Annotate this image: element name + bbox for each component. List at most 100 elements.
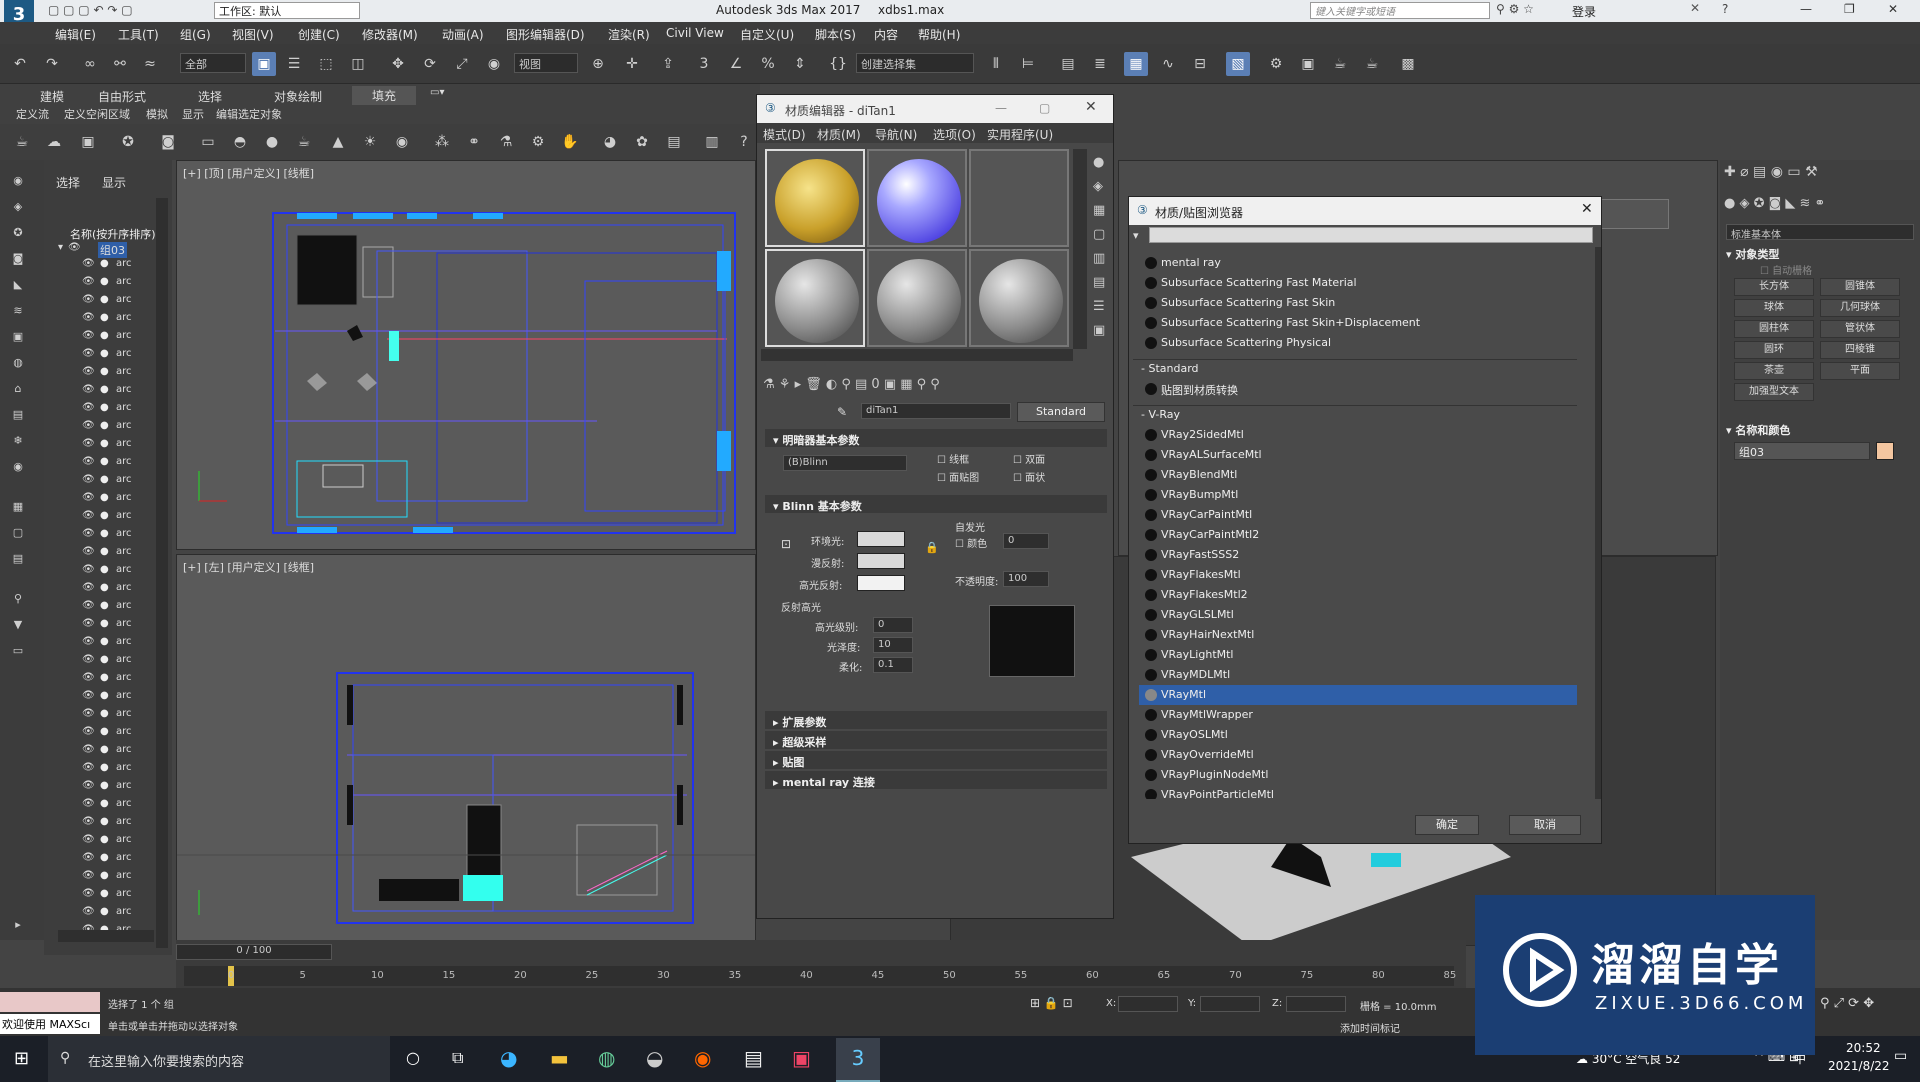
eye-icon[interactable]: 👁: [82, 438, 95, 449]
task-view-icon[interactable]: ⧉: [452, 1048, 463, 1068]
rendered-frame-icon[interactable]: ▣: [1296, 52, 1320, 76]
strip-tool-10-icon[interactable]: ▤: [8, 404, 28, 424]
browser-item[interactable]: VRayCarPaintMtl2: [1139, 525, 1577, 545]
clock-time[interactable]: 20:52: [1846, 1041, 1881, 1055]
lock-ambient-icon[interactable]: ⊡: [781, 537, 791, 551]
eye-icon[interactable]: 👁: [82, 474, 95, 485]
window-crossing-icon[interactable]: ◫: [346, 52, 370, 76]
file-explorer-icon[interactable]: ▬: [550, 1046, 569, 1070]
browser-item[interactable]: Subsurface Scattering Fast Material: [1139, 273, 1577, 293]
eye-icon[interactable]: 👁: [82, 798, 95, 809]
menu-edit[interactable]: 编辑(E): [55, 26, 96, 43]
close-button[interactable]: ✕: [1085, 99, 1097, 115]
mated-menu-options[interactable]: 选项(O): [933, 126, 976, 143]
autogrid-checkbox[interactable]: ☐ 自动栅格: [1760, 262, 1812, 277]
snaps-toggle-icon[interactable]: 3: [692, 52, 716, 76]
ribbon-subtab-edit-selected[interactable]: 编辑选定对象: [216, 106, 282, 122]
eye-icon[interactable]: 👁: [82, 654, 95, 665]
named-selection-dropdown[interactable]: 创建选择集: [856, 53, 974, 73]
scene-object-list[interactable]: 👁 ● arc 👁 ● arc 👁 ● arc 👁 ● arc 👁 ● arc 👁 ● arc 👁 ● arc 👁 ● arc…: [82, 258, 164, 948]
scale-icon[interactable]: ⤢: [450, 52, 474, 76]
cortana-icon[interactable]: ○: [406, 1048, 420, 1067]
browser-item[interactable]: VRayGLSLMtl: [1139, 605, 1577, 625]
firefox-icon[interactable]: ◉: [694, 1046, 711, 1070]
menu-civil-view[interactable]: Civil View: [666, 26, 724, 40]
eye-icon[interactable]: 👁: [82, 258, 95, 269]
create-category-icons[interactable]: ● ◈ ✪ ◙ ◣ ≋ ⚭: [1724, 196, 1914, 216]
browser-item[interactable]: 贴图到材质转换: [1139, 379, 1577, 399]
spec-level-field[interactable]: 0: [873, 617, 913, 633]
material-icon[interactable]: ▥: [700, 130, 724, 154]
primitive-button[interactable]: 平面: [1820, 362, 1900, 380]
search-icons[interactable]: ⚲ ⚙ ☆: [1496, 2, 1534, 16]
eye-icon[interactable]: 👁: [82, 330, 95, 341]
material-type-button[interactable]: Standard: [1017, 402, 1105, 422]
eye-icon[interactable]: 👁: [82, 636, 95, 647]
percent-snap-icon[interactable]: %: [756, 52, 780, 76]
scene-explorer-icon[interactable]: ▤: [1056, 52, 1080, 76]
eye-icon[interactable]: 👁: [82, 708, 95, 719]
self-illum-value[interactable]: 0: [1003, 533, 1049, 549]
material-name-field[interactable]: diTan1: [861, 403, 1011, 419]
maxscript-listener-top[interactable]: [0, 992, 100, 1012]
object-type-rollout[interactable]: ▾ 对象类型: [1726, 246, 1914, 262]
lock-icon[interactable]: 🔒: [925, 541, 939, 554]
scene-object-row[interactable]: 👁 ● arc: [82, 258, 164, 274]
image-icon[interactable]: ▣: [76, 130, 100, 154]
eye-icon[interactable]: 👁: [82, 294, 95, 305]
teapot-icon[interactable]: ☕: [10, 130, 34, 154]
keyboard-shortcut-icon[interactable]: ⇪: [656, 52, 680, 76]
molecule-icon[interactable]: ⚭: [462, 130, 486, 154]
edit-named-sets-icon[interactable]: {}: [826, 52, 850, 76]
scene-group-row[interactable]: ▾ 👁 组03: [58, 242, 166, 258]
eye-icon[interactable]: 👁: [82, 582, 95, 593]
close-x-icon[interactable]: ✕: [1690, 1, 1700, 15]
globe-icon[interactable]: ◕: [598, 130, 622, 154]
curve-editor-icon[interactable]: ∿: [1156, 52, 1180, 76]
scene-scrollbar[interactable]: [156, 198, 168, 948]
specular-swatch[interactable]: [857, 575, 905, 591]
scene-object-row[interactable]: 👁 ● arc: [82, 456, 164, 472]
eye-icon[interactable]: 👁: [82, 312, 95, 323]
eye-icon[interactable]: 👁: [82, 672, 95, 683]
primitive-button[interactable]: 圆锥体: [1820, 278, 1900, 296]
browser-item[interactable]: Subsurface Scattering Fast Skin: [1139, 293, 1577, 313]
menu-tools[interactable]: 工具(T): [118, 26, 159, 43]
browser-item[interactable]: VRayPluginNodeMtl: [1139, 765, 1577, 785]
layer-explorer-icon[interactable]: ≣: [1088, 52, 1112, 76]
gear-icon[interactable]: ⚙: [526, 130, 550, 154]
strip-tool-3-icon[interactable]: ✪: [8, 222, 28, 242]
browser-item[interactable]: VRayFlakesMtl2: [1139, 585, 1577, 605]
slots-scrollbar[interactable]: [1073, 149, 1087, 349]
menu-group[interactable]: 组(G): [180, 26, 211, 43]
minimize-button[interactable]: —: [995, 101, 1007, 115]
close-button[interactable]: ✕: [1581, 201, 1593, 217]
scene-object-row[interactable]: 👁 ● arc: [82, 834, 164, 850]
two-sided-checkbox[interactable]: ☐ 双面: [1013, 451, 1045, 466]
eye-icon[interactable]: 👁: [82, 870, 95, 881]
browser-item[interactable]: VRayMtl: [1139, 685, 1577, 705]
scene-object-row[interactable]: 👁 ● arc: [82, 852, 164, 868]
maximize-button[interactable]: ❐: [1844, 2, 1855, 16]
eye-icon[interactable]: 👁: [82, 510, 95, 521]
browser-item[interactable]: mental ray: [1139, 253, 1577, 273]
ambient-swatch[interactable]: [857, 531, 905, 547]
self-illum-color-checkbox[interactable]: ☐ 颜色: [955, 535, 987, 550]
scene-object-row[interactable]: 👁 ● arc: [82, 690, 164, 706]
scene-object-row[interactable]: 👁 ● arc: [82, 366, 164, 382]
browser-group-header[interactable]: - Standard: [1133, 359, 1577, 377]
scene-object-row[interactable]: 👁 ● arc: [82, 870, 164, 886]
primitive-button[interactable]: 球体: [1734, 299, 1814, 317]
scene-object-row[interactable]: 👁 ● arc: [82, 798, 164, 814]
maps-rollout[interactable]: ▸ 贴图: [765, 751, 1107, 769]
undo-icon[interactable]: ↶: [8, 52, 32, 76]
scene-tab-select[interactable]: 选择: [56, 174, 80, 191]
scene-object-row[interactable]: 👁 ● arc: [82, 330, 164, 346]
eye-icon[interactable]: 👁: [82, 366, 95, 377]
hand-icon[interactable]: ✋: [558, 130, 582, 154]
rect-selection-icon[interactable]: ⬚: [314, 52, 338, 76]
menu-views[interactable]: 视图(V): [232, 26, 274, 43]
edge-icon[interactable]: ◕: [500, 1046, 517, 1070]
browser-item[interactable]: VRayOverrideMtl: [1139, 745, 1577, 765]
eye-icon[interactable]: 👁: [82, 600, 95, 611]
